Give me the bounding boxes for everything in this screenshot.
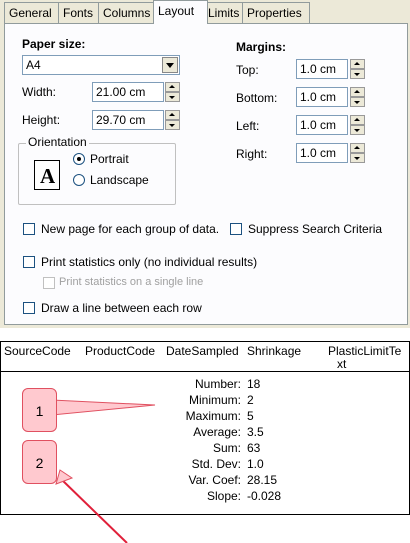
callout-2: 2 — [22, 440, 57, 484]
callout-1-label: 1 — [35, 403, 44, 419]
callout-1: 1 — [22, 388, 57, 432]
tab-layout[interactable]: Layout — [153, 0, 208, 24]
callout-2-label: 2 — [35, 455, 44, 471]
callout-1-pointer — [51, 399, 156, 416]
callout-2-arrow — [59, 477, 128, 543]
callout-arrows — [51, 399, 156, 543]
tab-label: Layout — [158, 4, 195, 18]
